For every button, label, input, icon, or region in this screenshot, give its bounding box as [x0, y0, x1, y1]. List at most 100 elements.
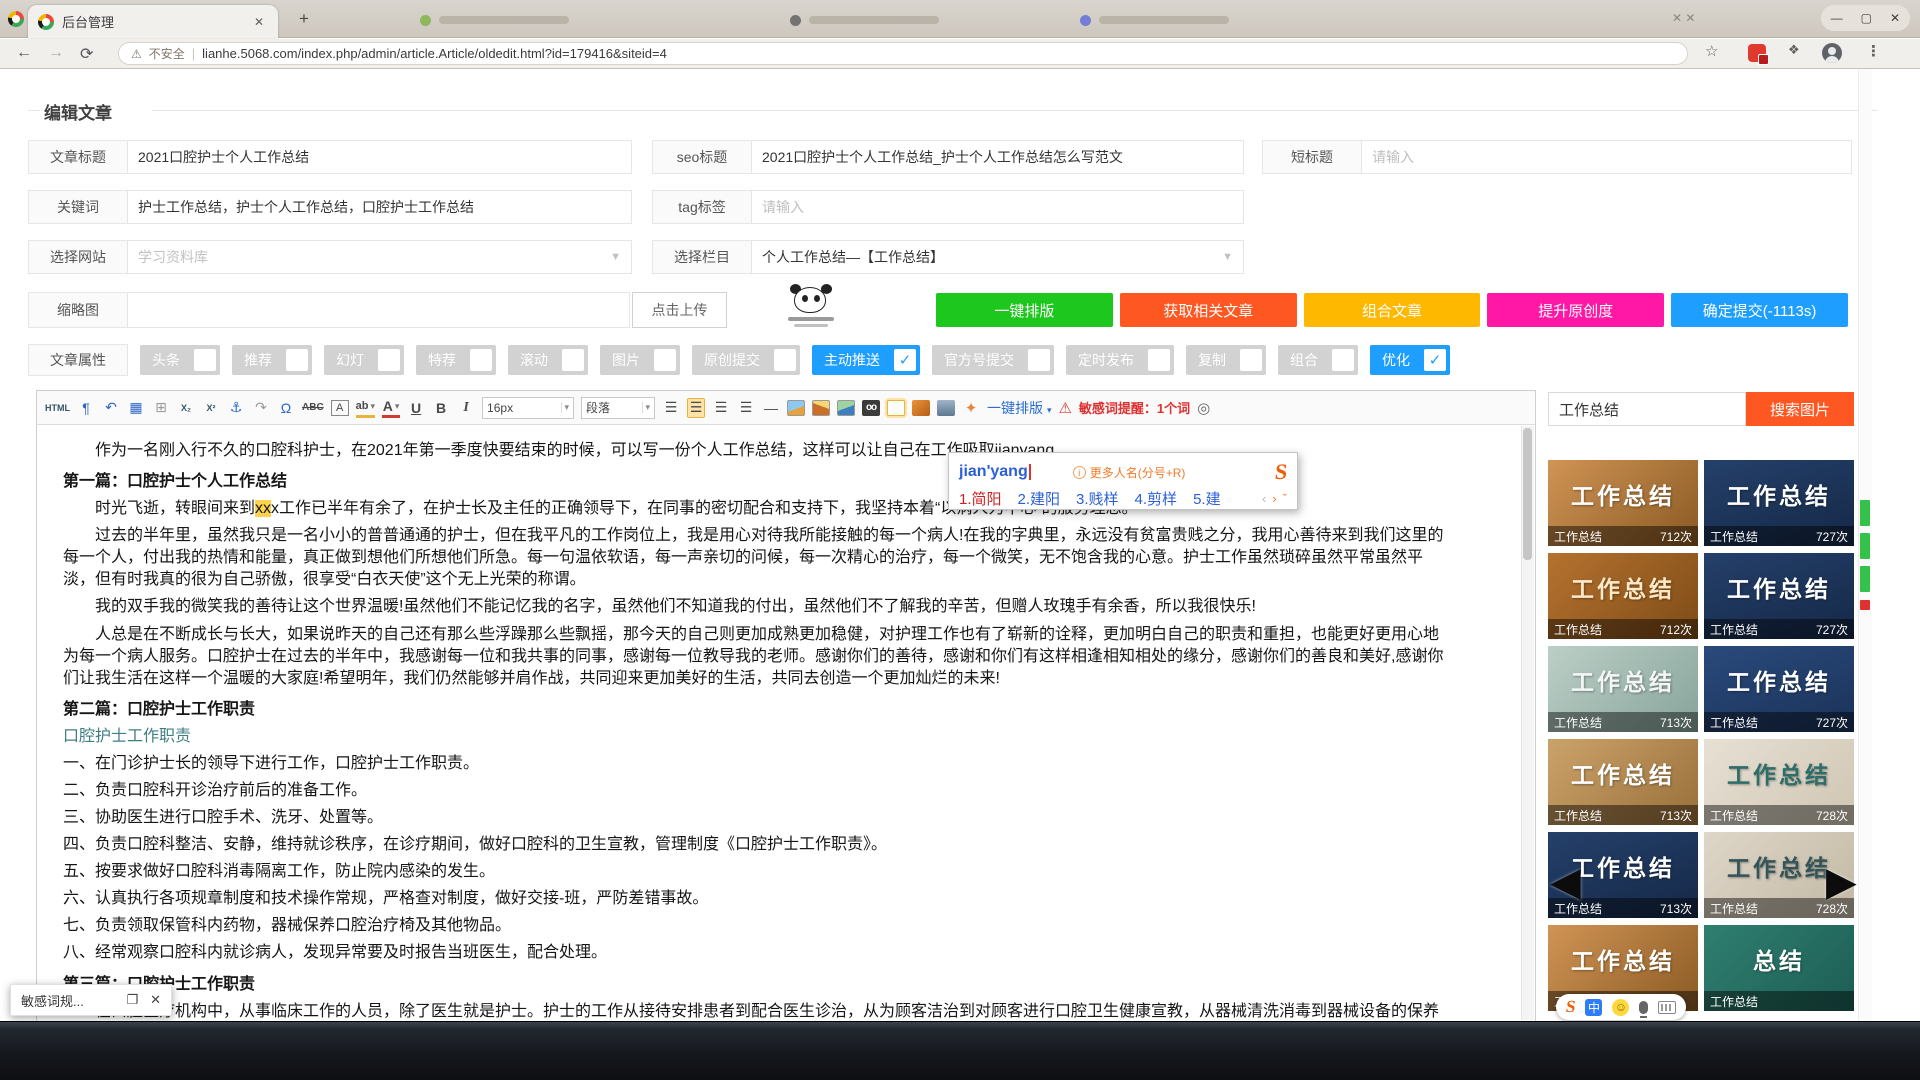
paragraph-format-select[interactable]: 段落 ▾: [581, 397, 655, 419]
popout-icon[interactable]: ❐: [126, 992, 138, 1008]
highlight-color-icon[interactable]: ab: [356, 398, 375, 418]
anchor-icon[interactable]: ⚓: [227, 398, 245, 418]
emoji-icon[interactable]: ☺: [1612, 999, 1629, 1016]
article-title-input[interactable]: [128, 140, 632, 174]
sogou-logo[interactable]: S: [1273, 459, 1288, 485]
align-center-icon[interactable]: ☰: [712, 398, 730, 418]
article-prop-button[interactable]: 原创提交 ✓: [692, 345, 800, 375]
gallery-prev-arrow[interactable]: ◀: [1550, 852, 1581, 912]
article-prop-button[interactable]: 组合 ✓: [1278, 345, 1358, 375]
chinese-mode-icon[interactable]: 中: [1585, 999, 1602, 1016]
image-result-tile[interactable]: 工作总结 工作总结 728次: [1704, 739, 1854, 825]
minimize-button[interactable]: —: [1831, 11, 1843, 25]
find-replace-icon[interactable]: oo: [862, 400, 880, 416]
justify-icon[interactable]: ☰: [662, 398, 680, 418]
align-right-icon[interactable]: ☰: [737, 398, 755, 418]
ime-more-names[interactable]: i 更多人名(分号+R): [1073, 464, 1186, 481]
gallery-next-arrow[interactable]: ▶: [1826, 852, 1857, 912]
action-button[interactable]: 一键排版: [936, 293, 1113, 327]
prop-checkbox[interactable]: ✓: [654, 349, 676, 371]
prop-checkbox[interactable]: ✓: [286, 349, 308, 371]
ime-candidate[interactable]: 1.简阳: [959, 488, 1002, 509]
browser-menu-icon[interactable]: ⋮: [1866, 42, 1881, 60]
seo-title-input[interactable]: [752, 140, 1244, 174]
horizontal-rule-icon[interactable]: —: [762, 398, 780, 418]
image-result-tile[interactable]: 工作总结 工作总结 712次: [1548, 553, 1698, 639]
ime-candidate[interactable]: 3.贱样: [1076, 488, 1119, 509]
action-button[interactable]: 获取相关文章: [1120, 293, 1297, 327]
subscript-icon[interactable]: X₂: [177, 398, 195, 418]
paragraph-mark-icon[interactable]: ¶: [77, 398, 95, 418]
image-result-tile[interactable]: 总结 工作总结: [1704, 925, 1854, 1011]
prop-checkbox[interactable]: ✓: [378, 349, 400, 371]
redo-icon[interactable]: ↷: [252, 398, 270, 418]
italic-icon[interactable]: I: [457, 398, 475, 418]
multi-image-icon[interactable]: [837, 400, 855, 416]
column-select[interactable]: 个人工作总结—【工作总结】 ▼: [752, 240, 1244, 274]
tags-input[interactable]: [752, 190, 1244, 224]
eraser-icon[interactable]: [937, 400, 955, 416]
prop-checkbox[interactable]: ✓: [562, 349, 584, 371]
tab-backend-admin[interactable]: 后台管理 ✕: [28, 5, 278, 38]
underline-icon[interactable]: U: [407, 398, 425, 418]
source-code-icon[interactable]: HTML: [45, 398, 70, 418]
editor-scrollbar-thumb[interactable]: [1523, 428, 1532, 560]
tab-close-icon[interactable]: ✕: [250, 13, 268, 31]
maximize-button[interactable]: ▢: [1861, 11, 1872, 25]
short-title-input[interactable]: [1362, 140, 1852, 174]
prop-checkbox[interactable]: ✓: [1240, 349, 1262, 371]
font-size-select[interactable]: 16px ▾: [482, 397, 574, 419]
image-result-tile[interactable]: 工作总结 工作总结 712次: [1548, 460, 1698, 546]
back-button[interactable]: ←: [16, 44, 32, 62]
action-button[interactable]: 提升原创度: [1487, 293, 1664, 327]
site-select[interactable]: 学习资料库 ▼: [128, 240, 632, 274]
magnifier-icon[interactable]: ◎: [1197, 399, 1210, 417]
image-result-tile[interactable]: 工作总结 工作总结 727次: [1704, 460, 1854, 546]
prop-checkbox[interactable]: ✓: [1148, 349, 1170, 371]
ime-candidate[interactable]: 2.建阳: [1018, 488, 1061, 509]
article-prop-button[interactable]: 头条 ✓: [140, 345, 220, 375]
bold-icon[interactable]: B: [432, 398, 450, 418]
prop-checkbox[interactable]: ✓: [1332, 349, 1354, 371]
media-icon[interactable]: ▦: [127, 398, 145, 418]
background-window-tab[interactable]: [420, 11, 569, 29]
ime-prev-page-icon[interactable]: ‹: [1262, 491, 1266, 506]
prop-checkbox[interactable]: ✓: [1424, 349, 1446, 371]
microphone-icon[interactable]: [1639, 1001, 1648, 1014]
action-button[interactable]: 确定提交(-1113s): [1671, 293, 1848, 327]
close-button[interactable]: ✕: [1890, 11, 1900, 25]
page-break-icon[interactable]: ⊞: [152, 398, 170, 418]
keyboard-icon[interactable]: [1658, 1001, 1676, 1014]
font-color-icon[interactable]: A: [382, 398, 400, 418]
insert-image-icon[interactable]: [812, 400, 830, 416]
reload-button[interactable]: ⟳: [80, 44, 93, 64]
article-prop-button[interactable]: 复制 ✓: [1186, 345, 1266, 375]
sogou-icon[interactable]: S: [1565, 997, 1577, 1017]
image-result-tile[interactable]: 工作总结 工作总结 713次: [1548, 646, 1698, 732]
sogou-ime-statusbar[interactable]: S 中 ☺: [1556, 994, 1686, 1020]
address-bar[interactable]: ⚠ 不安全 | lianhe.5068.com/index.php/admin/…: [118, 42, 1688, 65]
paste-text-icon[interactable]: T: [887, 400, 905, 416]
extensions-puzzle-icon[interactable]: ❖: [1788, 42, 1800, 58]
ime-next-page-icon[interactable]: ›: [1272, 491, 1276, 506]
prop-checkbox[interactable]: ✓: [774, 349, 796, 371]
article-prop-button[interactable]: 滚动 ✓: [508, 345, 588, 375]
forward-button[interactable]: →: [48, 44, 64, 62]
editor-content[interactable]: 作为一名刚入行不久的口腔科护士，在2021年第一季度快要结束的时候，可以写一份个…: [37, 425, 1520, 1020]
strikethrough-icon[interactable]: ABC: [302, 398, 324, 418]
article-prop-button[interactable]: 官方号提交 ✓: [932, 345, 1054, 375]
undo-icon[interactable]: ↶: [102, 398, 120, 418]
auto-typeset-icon[interactable]: ✦: [962, 398, 980, 418]
article-prop-button[interactable]: 特荐 ✓: [416, 345, 496, 375]
article-prop-button[interactable]: 图片 ✓: [600, 345, 680, 375]
prop-checkbox[interactable]: ✓: [194, 349, 216, 371]
remove-format-icon[interactable]: A: [331, 400, 349, 416]
action-button[interactable]: 组合文章: [1304, 293, 1481, 327]
image-result-tile[interactable]: 工作总结 工作总结 713次: [1548, 739, 1698, 825]
search-images-button[interactable]: 搜索图片: [1746, 392, 1854, 426]
image-result-tile[interactable]: 工作总结 工作总结 727次: [1704, 553, 1854, 639]
ime-candidate[interactable]: 4.剪样: [1135, 488, 1178, 509]
close-icon[interactable]: ✕: [150, 992, 161, 1008]
one-click-typeset-link[interactable]: 一键排版 ▾: [987, 398, 1051, 418]
article-prop-button[interactable]: 定时发布 ✓: [1066, 345, 1174, 375]
